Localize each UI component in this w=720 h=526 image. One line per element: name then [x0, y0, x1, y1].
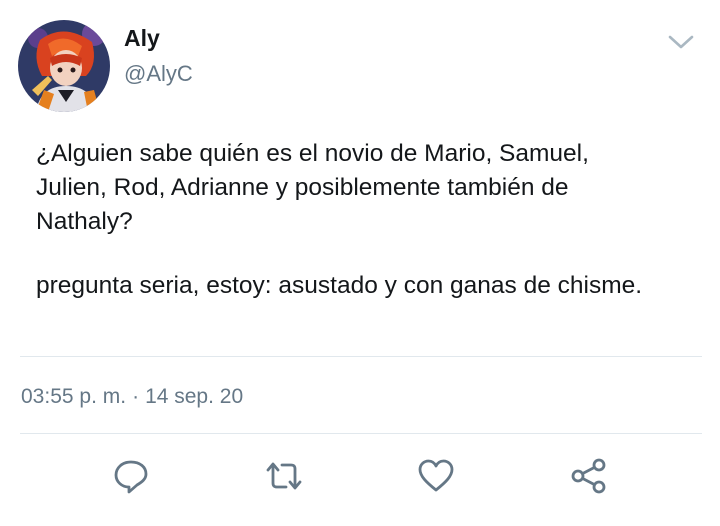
- avatar[interactable]: [18, 20, 110, 112]
- like-button[interactable]: [416, 456, 456, 496]
- display-name[interactable]: Aly: [124, 24, 160, 52]
- avatar-illustration: [18, 20, 110, 112]
- share-button[interactable]: [569, 456, 609, 496]
- tweet-date: 14 sep. 20: [145, 385, 244, 408]
- timestamp[interactable]: 03:55 p. m. · 14 sep. 20: [21, 383, 243, 411]
- retweet-icon: [266, 462, 302, 490]
- share-icon: [571, 458, 606, 494]
- reply-button[interactable]: [111, 456, 151, 496]
- retweet-button[interactable]: [264, 456, 304, 496]
- divider: [20, 356, 702, 357]
- tweet-card: Aly @AlyC ¿Alguien sabe quién es el novi…: [0, 0, 720, 526]
- timestamp-separator: ·: [132, 385, 140, 408]
- user-handle[interactable]: @AlyC: [124, 60, 193, 88]
- tweet-text: ¿Alguien sabe quién es el novio de Mario…: [36, 140, 589, 235]
- chevron-down-icon[interactable]: [664, 28, 698, 56]
- tweet-text-paragraph: pregunta seria, estoy: asustado y con ga…: [36, 272, 643, 299]
- heart-icon: [418, 459, 454, 492]
- reply-icon: [114, 460, 148, 494]
- divider: [20, 433, 702, 434]
- tweet-time: 03:55 p. m.: [21, 385, 127, 408]
